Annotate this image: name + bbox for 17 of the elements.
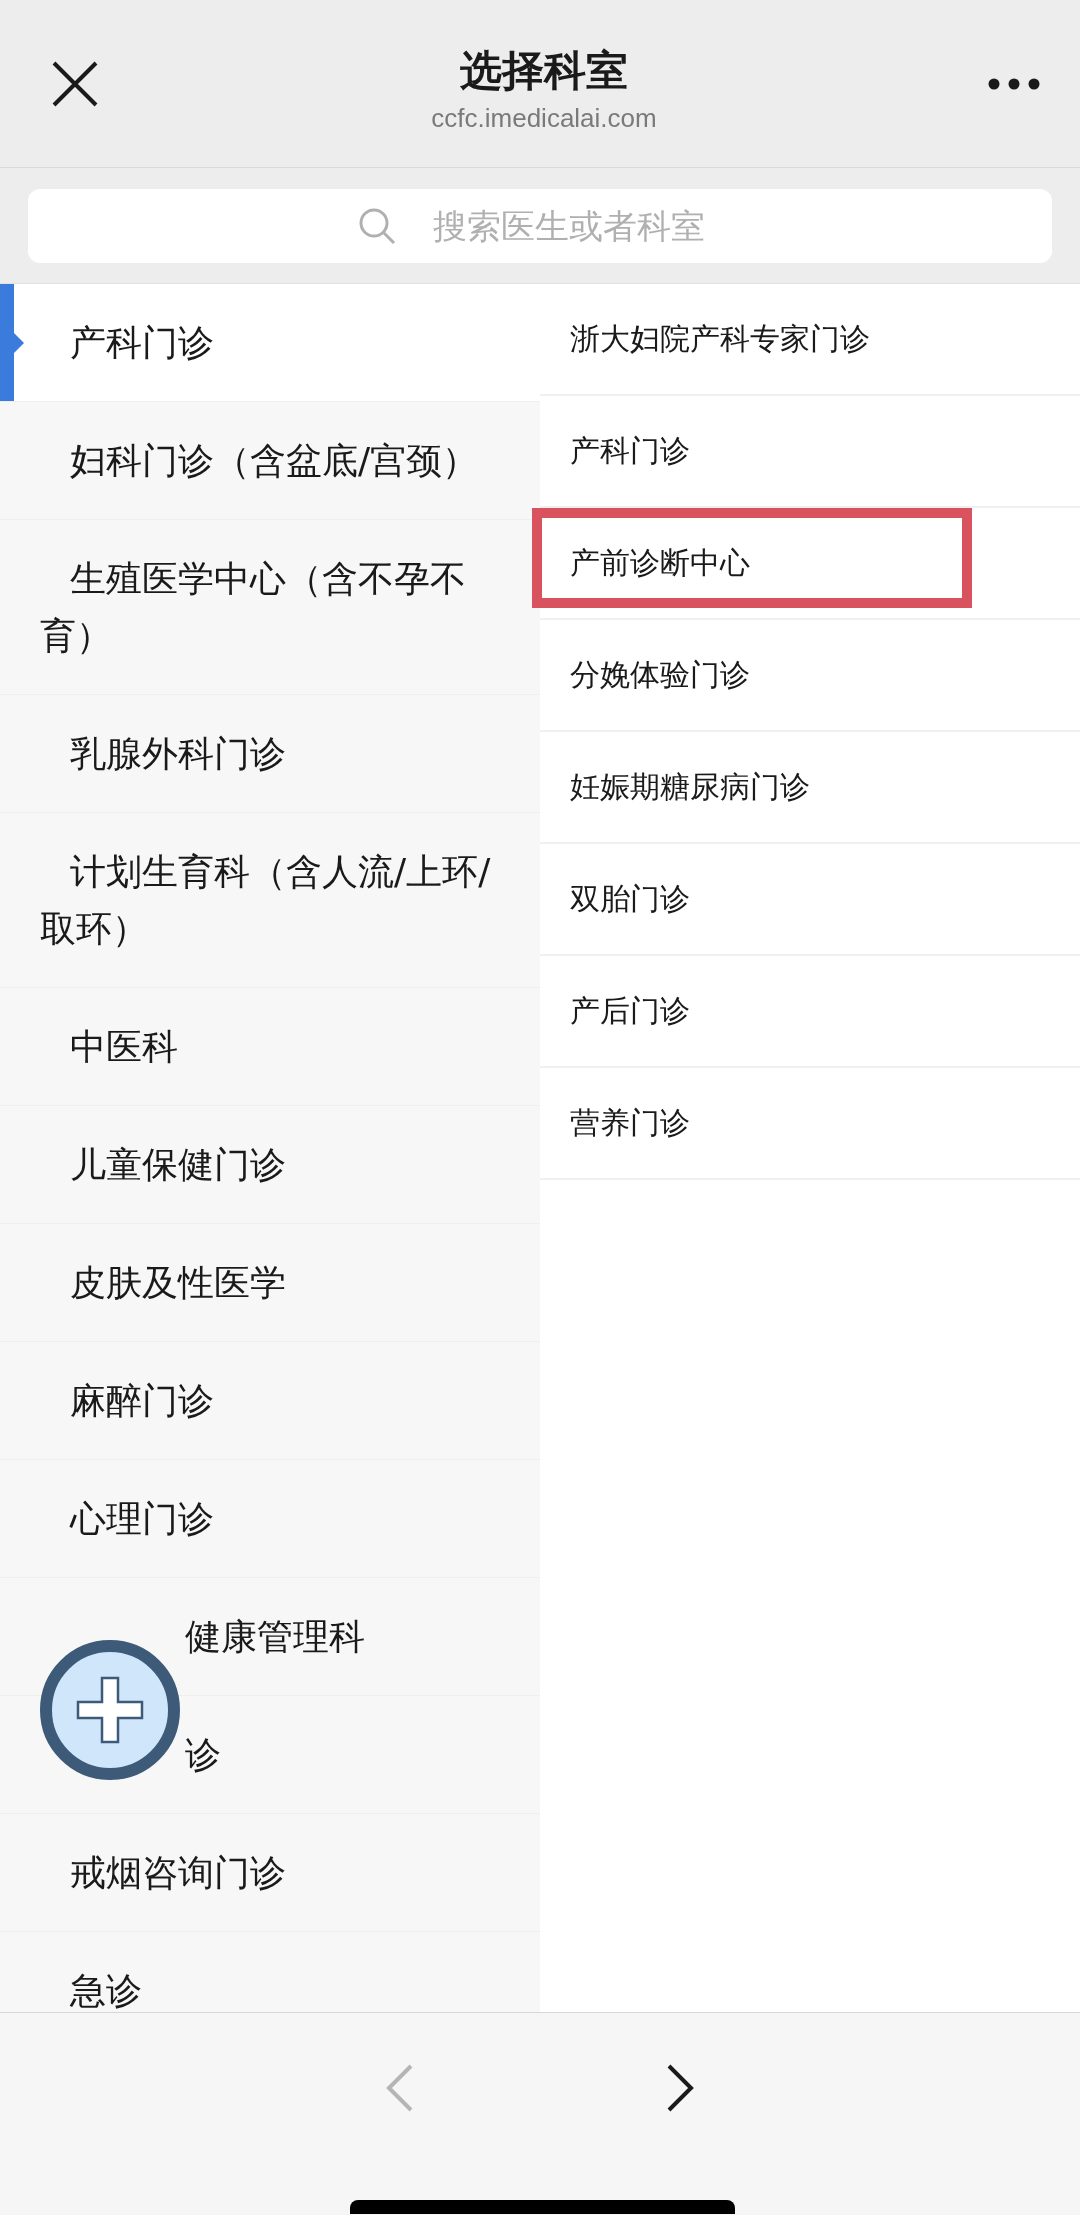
sub-department-item[interactable]: 产后门诊 [540,956,1080,1068]
plus-icon [76,1676,144,1744]
sub-department-item[interactable]: 双胎门诊 [540,844,1080,956]
more-icon[interactable] [988,77,1040,90]
chevron-right-icon [665,2063,695,2113]
sub-department-item[interactable]: 分娩体验门诊 [540,620,1080,732]
sub-department-item[interactable]: 产科门诊 [540,396,1080,508]
sub-department-item[interactable]: 妊娠期糖尿病门诊 [540,732,1080,844]
department-item[interactable]: 产科门诊 [0,284,540,402]
sub-department-item[interactable]: 产前诊断中心 [540,508,1080,620]
sub-department-item[interactable]: 营养门诊 [540,1068,1080,1180]
site-url: ccfc.imedicalai.com [431,103,657,134]
sub-department-item[interactable]: 浙大妇院产科专家门诊 [540,284,1080,396]
chevron-left-icon [385,2063,415,2113]
page-title: 选择科室 [460,45,628,97]
search-field[interactable]: 搜索医生或者科室 [28,188,1052,263]
search-icon [358,206,396,245]
